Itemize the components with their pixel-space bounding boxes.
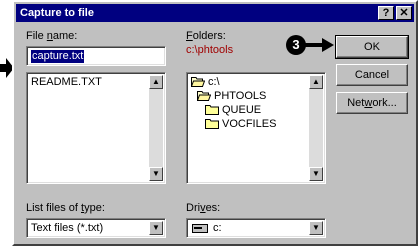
tree-item-root[interactable]: c:\ (190, 76, 220, 90)
list-type-value: Text files (*.txt) (31, 222, 104, 234)
list-type-label: List files of type: (26, 202, 105, 214)
folders-label: Folders: (186, 30, 226, 42)
file-name-label: File name: (26, 30, 78, 42)
folder-tree-scrollbar[interactable]: ▲ ▼ (309, 75, 323, 181)
folder-icon (205, 105, 219, 115)
tree-item-phtools[interactable]: PHTOOLS (196, 90, 266, 104)
callout-arrow-icon (304, 38, 334, 52)
folder-path: c:\phtools (186, 44, 234, 56)
tree-item-vocfiles[interactable]: VOCFILES (205, 118, 276, 132)
capture-dialog: Capture to file ? ✕ File name: capture.t… (12, 0, 418, 246)
drives-select[interactable]: c: ▼ (186, 218, 326, 238)
folder-tree[interactable]: c:\ PHTOOLS QUEUE VOCFILES ▲ ▼ (186, 72, 326, 184)
ok-button[interactable]: OK (335, 35, 409, 59)
help-button[interactable]: ? (378, 6, 394, 20)
scroll-down-icon[interactable]: ▼ (309, 167, 323, 181)
chevron-down-icon[interactable]: ▼ (149, 221, 163, 235)
title-bar: Capture to file ? ✕ (16, 4, 414, 22)
open-folder-icon (196, 91, 212, 101)
scroll-up-icon[interactable]: ▲ (149, 75, 163, 89)
close-button[interactable]: ✕ (396, 6, 412, 20)
folder-icon (205, 119, 219, 129)
chevron-down-icon[interactable]: ▼ (309, 221, 323, 235)
file-list-item[interactable]: README.TXT (31, 76, 102, 88)
file-name-value: capture.txt (31, 50, 85, 63)
drives-label: Drives: (186, 202, 221, 214)
scroll-up-icon[interactable]: ▲ (309, 75, 323, 89)
file-list-scrollbar[interactable]: ▲ ▼ (149, 75, 163, 181)
callout-badge-icon: 3 (286, 35, 306, 55)
dialog-title: Capture to file (20, 7, 94, 19)
tree-item-queue[interactable]: QUEUE (205, 104, 261, 118)
scroll-down-icon[interactable]: ▼ (149, 167, 163, 181)
file-name-input[interactable]: capture.txt (26, 46, 166, 66)
network-button[interactable]: Network... (336, 92, 408, 114)
list-type-select[interactable]: Text files (*.txt) ▼ (26, 218, 166, 238)
drive-icon (192, 224, 208, 233)
open-folder-icon (190, 77, 206, 87)
file-list[interactable]: README.TXT ▲ ▼ (26, 72, 166, 184)
drives-value: c: (213, 222, 222, 234)
cancel-button[interactable]: Cancel (336, 64, 408, 86)
